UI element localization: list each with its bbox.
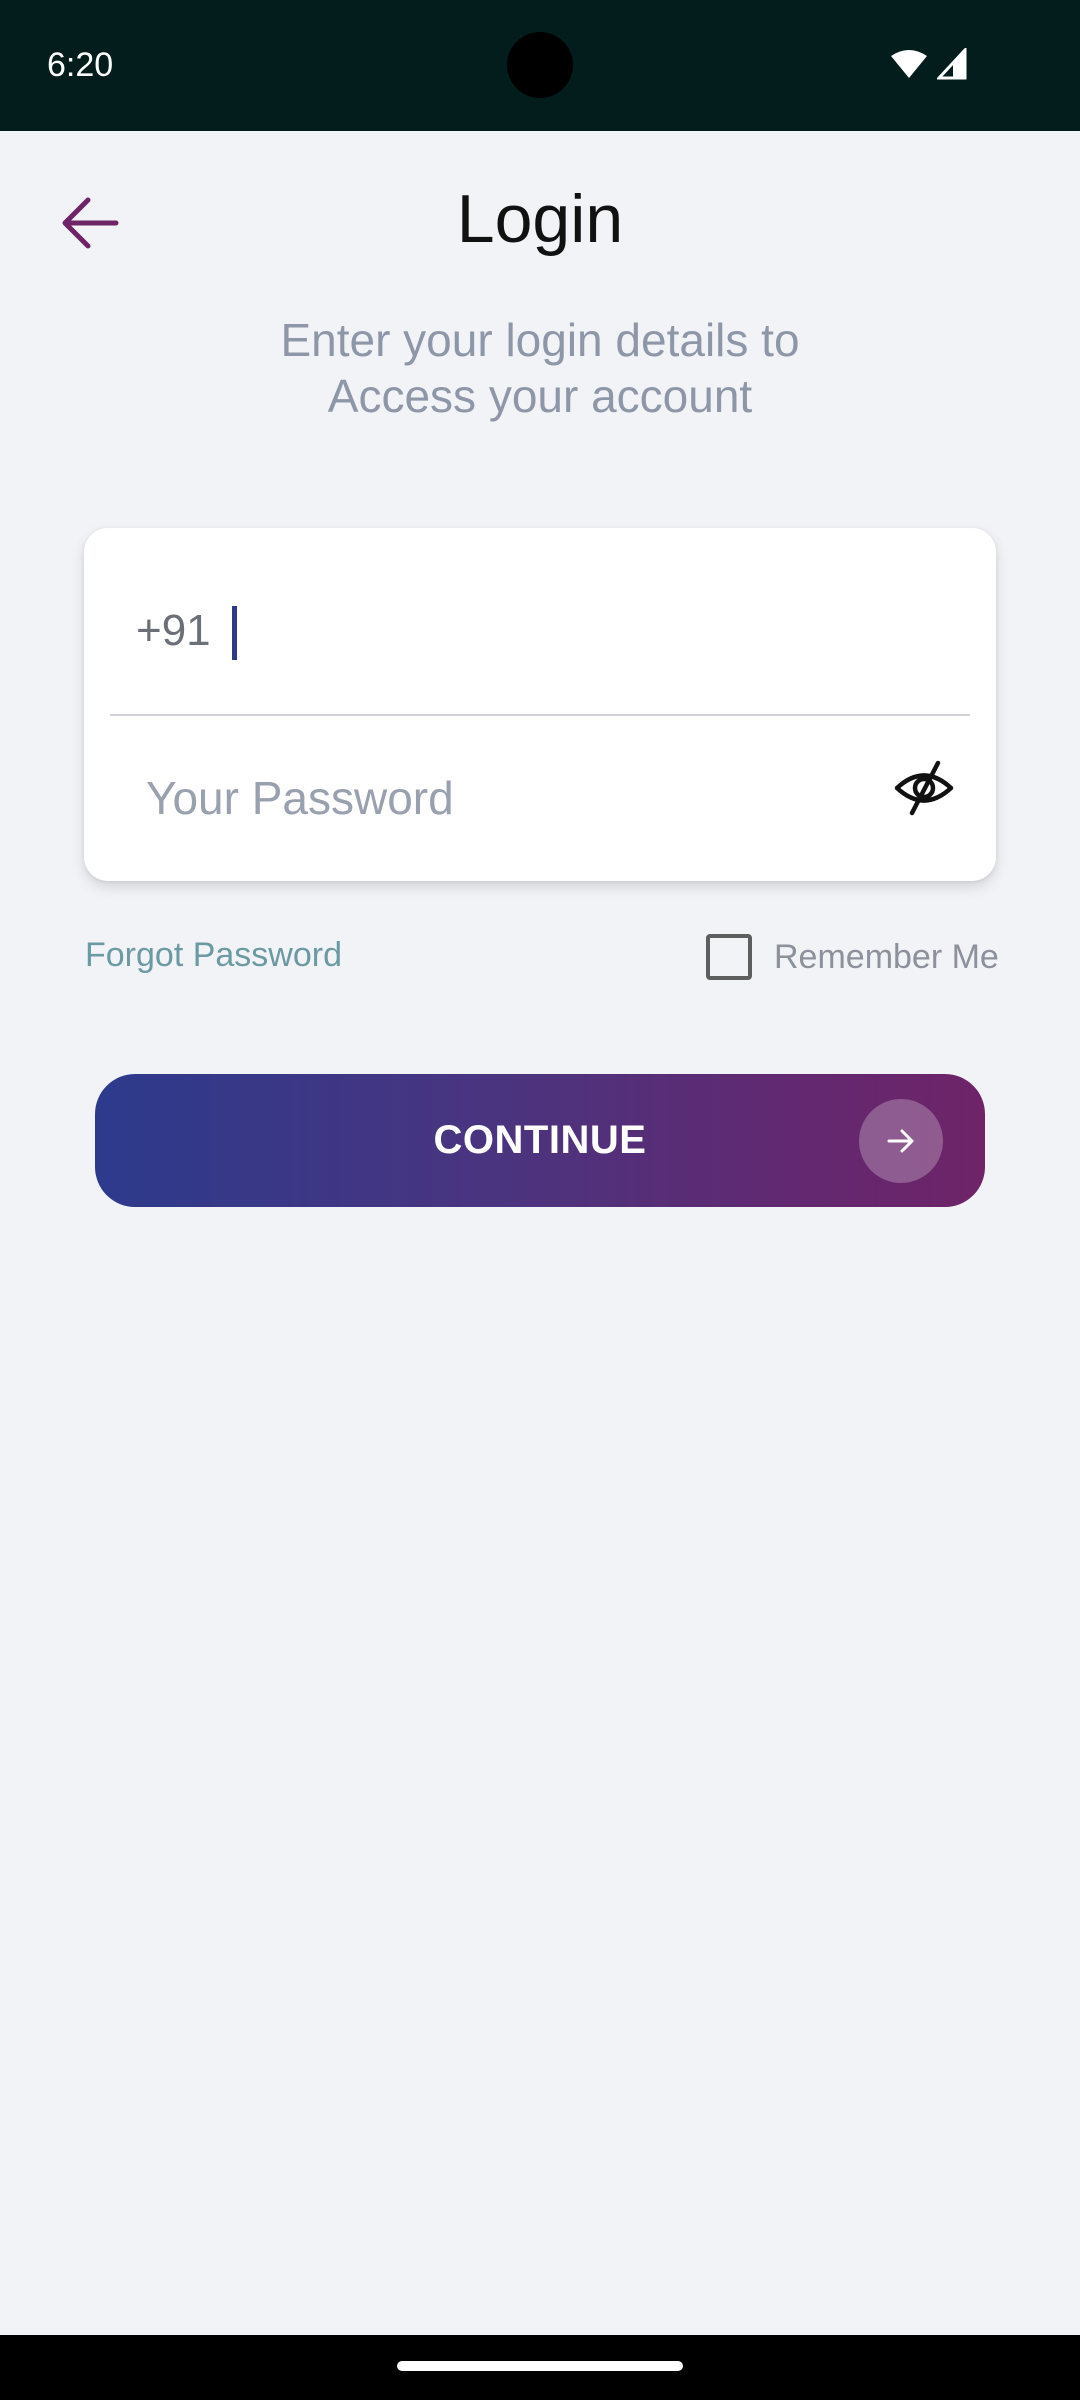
navigation-bar <box>0 2335 1080 2400</box>
login-card: +91 <box>84 528 996 881</box>
field-divider <box>110 714 970 716</box>
remember-me-label: Remember Me <box>774 937 999 976</box>
arrow-right-icon <box>859 1099 943 1183</box>
password-visibility-toggle[interactable] <box>884 750 964 830</box>
remember-me-checkbox[interactable] <box>706 934 752 980</box>
phone-input[interactable] <box>230 588 930 668</box>
signal-icon <box>935 46 967 80</box>
camera-cutout <box>507 32 573 98</box>
phone-field[interactable]: +91 <box>84 528 996 713</box>
subtitle-line-2: Access your account <box>327 370 753 422</box>
home-indicator[interactable] <box>397 2361 683 2371</box>
wifi-icon <box>889 48 929 80</box>
password-input[interactable] <box>146 748 906 848</box>
continue-label: CONTINUE <box>433 1118 647 1162</box>
subtitle-line-1: Enter your login details to <box>280 314 800 366</box>
text-cursor <box>232 606 237 660</box>
status-bar: 6:20 <box>0 0 1080 131</box>
continue-button[interactable]: CONTINUE <box>95 1074 985 1207</box>
remember-me[interactable]: Remember Me <box>706 932 999 982</box>
subtitle: Enter your login details to Access your … <box>190 312 890 424</box>
forgot-password-link[interactable]: Forgot Password <box>85 936 342 975</box>
country-code: +91 <box>136 606 211 655</box>
page-title: Login <box>456 181 624 257</box>
status-time: 6:20 <box>47 46 114 84</box>
eye-off-icon <box>893 757 955 824</box>
